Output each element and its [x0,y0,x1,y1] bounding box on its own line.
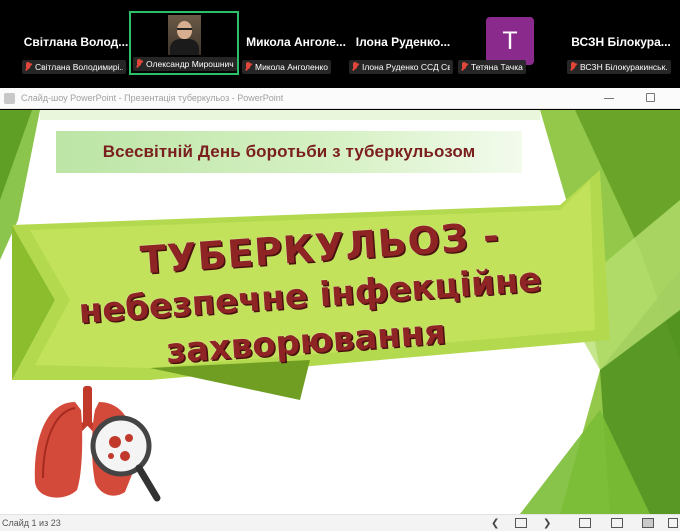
participant-avatar: T [486,17,534,65]
window-title: Слайд-шоу PowerPoint - Презентація тубер… [21,93,284,103]
powerpoint-title-bar: Слайд-шоу PowerPoint - Презентація тубер… [0,88,680,109]
participant-tile[interactable]: Світлана Волод... Світлана Володимирі... [22,11,130,74]
next-slide-icon[interactable]: ❯ [543,518,551,529]
participant-video [168,15,201,55]
normal-view-icon[interactable] [579,518,591,528]
participant-label-bar: Ілона Руденко ССД Св... [349,60,453,74]
banner-subtitle: Всесвітній День боротьби з туберкульозом [56,131,522,173]
participant-name: Світлана Волод... [23,35,129,49]
muted-mic-icon [460,62,468,72]
slide-show-icon[interactable] [668,518,678,528]
banner-text: Всесвітній День боротьби з туберкульозом [102,142,476,161]
participant-tile[interactable]: Микола Анголе... Микола Анголенко [242,11,350,74]
participant-label: Микола Анголенко [255,62,328,72]
participant-label-bar: Олександр Мирошничен... [133,57,237,71]
participant-name: ВСЗН Білокура... [571,35,671,49]
lungs-magnifier-icon [34,386,161,502]
participant-tile[interactable]: Ілона Руденко... Ілона Руденко ССД Св... [349,11,457,74]
maximize-button[interactable] [646,93,655,102]
slide-sorter-icon[interactable] [611,518,623,528]
muted-mic-icon [135,59,143,69]
minimize-button[interactable] [604,93,614,99]
status-bar: Слайд 1 из 23 ❮ ❯ [0,514,680,531]
participant-label-bar: Микола Анголенко [242,60,331,74]
participant-label: Ілона Руденко ССД Св... [362,62,450,72]
muted-mic-icon [24,62,32,72]
slide-menu-icon[interactable] [515,518,527,528]
participant-strip: Світлана Волод... Світлана Володимирі...… [0,0,680,88]
participant-tile-active-speaker[interactable]: Олександр Мирошничен... [129,11,239,75]
participant-label: Світлана Володимирі... [35,62,123,72]
participant-tile[interactable]: ВСЗН Білокура... ВСЗН Білокуракинськ... [567,11,675,74]
reading-view-icon[interactable] [642,518,654,528]
muted-mic-icon [351,62,359,72]
participant-label-bar: Світлана Володимирі... [22,60,126,74]
participant-name: Микола Анголе... [246,35,346,49]
powerpoint-app-icon [4,92,15,104]
slide-counter: Слайд 1 из 23 [2,518,61,528]
participant-label: ВСЗН Білокуракинськ... [580,62,668,72]
participant-label: Тетяна Тачка [471,62,523,72]
muted-mic-icon [569,62,577,72]
participant-name: Ілона Руденко... [355,35,451,49]
participant-label-bar: ВСЗН Білокуракинськ... [567,60,671,74]
previous-slide-icon[interactable]: ❮ [491,518,499,529]
participant-tile[interactable]: T Тетяна Тачка [458,11,566,74]
participant-label-bar: Тетяна Тачка [458,60,526,74]
participant-label: Олександр Мирошничен... [146,59,234,69]
muted-mic-icon [244,62,252,72]
